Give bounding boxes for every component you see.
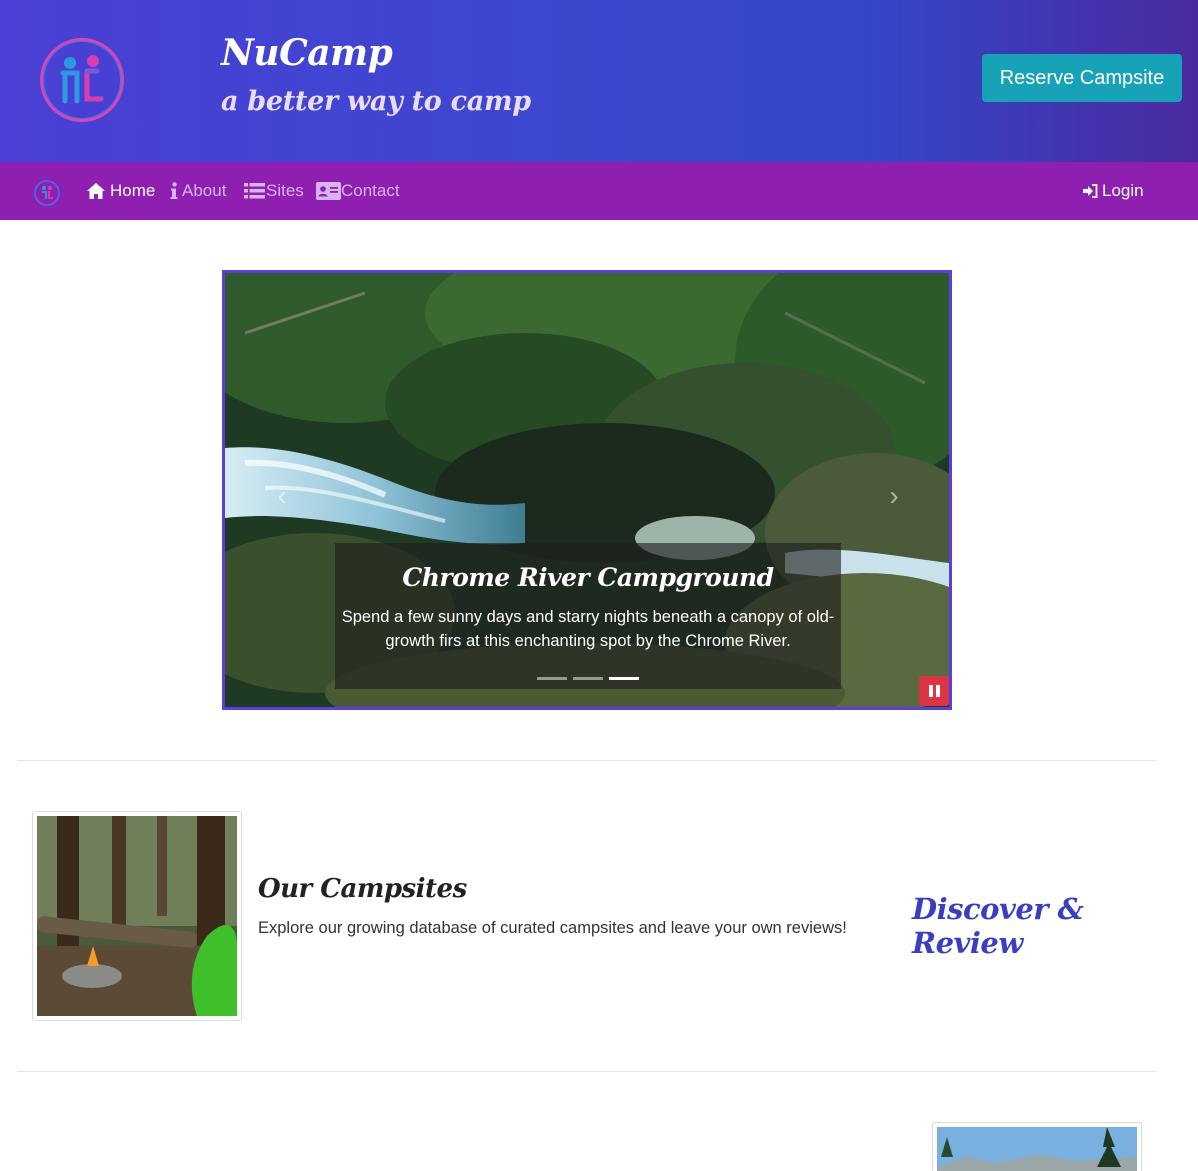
- carousel-indicator-1[interactable]: [537, 677, 567, 680]
- campsites-description: Explore our growing database of curated …: [258, 919, 847, 937]
- caption-text: Spend a few sunny days and starry nights…: [341, 608, 835, 650]
- next-section-thumbnail: [932, 1122, 1142, 1171]
- reserve-campsite-button[interactable]: Reserve Campsite: [982, 54, 1182, 102]
- carousel-next-icon[interactable]: ›: [879, 481, 909, 511]
- login-button[interactable]: Login: [1083, 179, 1144, 203]
- campsites-thumbnail: [32, 811, 242, 1021]
- nav-sites[interactable]: Sites: [244, 179, 304, 203]
- pause-icon: [928, 685, 933, 697]
- list-icon: [244, 183, 265, 199]
- navbar-logo-icon[interactable]: [34, 180, 60, 206]
- nav-home-label: Home: [110, 181, 156, 200]
- carousel-indicator-2[interactable]: [573, 677, 603, 680]
- mountain-photo: [937, 1127, 1137, 1171]
- sign-in-icon: [1083, 184, 1098, 198]
- address-card-icon: [316, 182, 341, 200]
- home-icon: [87, 183, 105, 199]
- section-divider: [17, 1071, 1157, 1072]
- carousel-pause-button[interactable]: [919, 676, 949, 706]
- info-icon: [170, 182, 178, 199]
- campsite-photo: [37, 816, 237, 1016]
- pause-icon-bar: [935, 685, 940, 697]
- nav-about-label: About: [182, 181, 227, 200]
- campsites-title: Our Campsites: [258, 874, 467, 904]
- nav-home[interactable]: Home: [86, 179, 155, 203]
- carousel-prev-icon[interactable]: ‹: [267, 481, 297, 511]
- caption-title: Chrome River Campground: [402, 563, 774, 592]
- nucamp-logo: [40, 38, 124, 122]
- carousel-indicators: [335, 677, 841, 680]
- campground-carousel: ‹ › Chrome River Campground Spend a few …: [222, 270, 952, 710]
- discover-review-tagline: Discover & Review: [912, 892, 1084, 960]
- nav-sites-label: Sites: [266, 181, 304, 200]
- section-divider: [17, 760, 1157, 761]
- main-navbar: Home About Sites Contact Login: [0, 162, 1198, 220]
- site-header: NuCamp a better way to camp Reserve Camp…: [0, 0, 1198, 162]
- carousel-caption: Chrome River Campground Spend a few sunn…: [335, 543, 841, 689]
- brand-title: NuCamp: [221, 32, 393, 74]
- login-label: Login: [1102, 181, 1144, 200]
- nav-about[interactable]: About: [170, 179, 226, 203]
- nav-contact[interactable]: Contact: [316, 179, 400, 203]
- nav-contact-label: Contact: [341, 181, 400, 200]
- carousel-indicator-3[interactable]: [609, 677, 639, 680]
- brand-tagline: a better way to camp: [221, 86, 531, 117]
